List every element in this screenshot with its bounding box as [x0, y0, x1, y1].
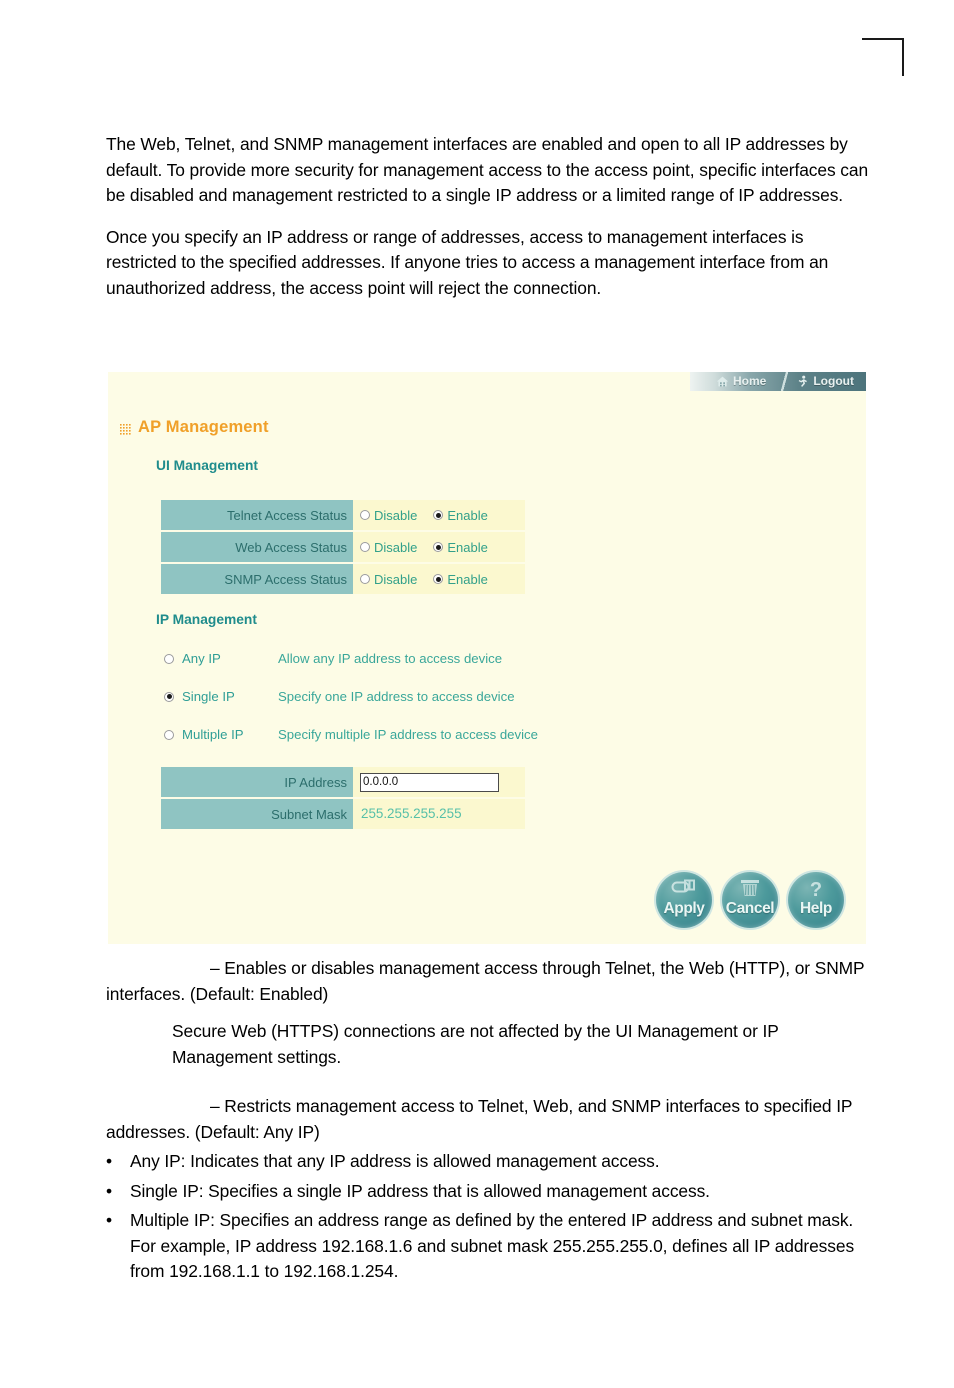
help-button[interactable]: ? Help — [788, 872, 844, 928]
telnet-disable-label: Disable — [374, 507, 418, 523]
ip-management-description: – Restricts management access to Telnet,… — [106, 1096, 853, 1142]
nav-home-link[interactable]: Home — [710, 372, 778, 391]
svg-text:?: ? — [810, 879, 822, 899]
snmp-access-status-label: SNMP Access Status — [161, 564, 353, 594]
ip-option-single-ip[interactable]: Single IP Specify one IP address to acce… — [164, 687, 684, 706]
running-person-icon — [796, 375, 809, 388]
crop-mark-horizontal — [862, 38, 904, 40]
intro-text-block: The Web, Telnet, and SNMP management int… — [106, 132, 868, 317]
bullet-text: Single IP: Specifies a single IP address… — [130, 1180, 710, 1201]
bullet-text: Any IP: Indicates that any IP address is… — [130, 1151, 660, 1171]
table-row: Telnet Access Status Disable Enable — [161, 500, 525, 530]
ip-address-value-cell — [353, 767, 525, 797]
radio-button[interactable] — [360, 574, 370, 584]
page-title-text: AP Management — [138, 418, 269, 436]
web-enable-option[interactable]: Enable — [433, 539, 488, 555]
ip-option-any-ip-description: Allow any IP address to access device — [278, 651, 503, 666]
radio-button[interactable] — [360, 510, 370, 520]
trash-can-icon — [722, 879, 778, 897]
ip-option-single-ip-description: Specify one IP address to access device — [278, 689, 515, 704]
ip-option-any-ip[interactable]: Any IP Allow any IP address to access de… — [164, 649, 684, 668]
list-item: • Single IP: Specifies a single IP addre… — [106, 1179, 878, 1205]
save-disk-icon — [656, 879, 712, 897]
radio-button-selected[interactable] — [433, 542, 444, 552]
table-row: Web Access Status Disable Enable — [161, 532, 525, 562]
telnet-enable-label: Enable — [447, 507, 488, 523]
nav-divider — [778, 372, 791, 391]
house-icon — [716, 375, 729, 388]
cancel-button-label: Cancel — [725, 900, 775, 917]
question-mark-icon: ? — [788, 879, 844, 899]
cancel-button[interactable]: Cancel — [722, 872, 778, 928]
bullet-marker: • — [106, 1210, 112, 1230]
apply-button[interactable]: Apply — [656, 872, 712, 928]
https-note: Secure Web (HTTPS) connections are not a… — [172, 1021, 779, 1067]
telnet-access-status-value: Disable Enable — [353, 500, 525, 530]
bullet-marker: • — [106, 1180, 112, 1201]
radio-button-selected[interactable] — [164, 691, 174, 702]
top-navigation-bar: Home Logout — [690, 372, 866, 391]
snmp-enable-label: Enable — [447, 571, 488, 587]
crop-mark — [862, 38, 904, 76]
help-button-label: Help — [800, 900, 832, 917]
snmp-disable-label: Disable — [374, 571, 418, 587]
table-row: Subnet Mask 255.255.255.255 — [161, 799, 525, 829]
bullet-marker: • — [106, 1151, 112, 1171]
telnet-access-status-label: Telnet Access Status — [161, 500, 353, 530]
web-access-status-value: Disable Enable — [353, 532, 525, 562]
ip-option-single-ip-label: Single IP — [182, 689, 235, 704]
ip-option-multiple-ip[interactable]: Multiple IP Specify multiple IP address … — [164, 725, 684, 744]
snmp-disable-option[interactable]: Disable — [360, 572, 417, 587]
post-figure-text-block: – Enables or disables management access … — [106, 956, 878, 1145]
nav-logout-label: Logout — [813, 374, 854, 388]
radio-button-selected[interactable] — [433, 574, 444, 584]
ap-management-screenshot: Home Logout AP Management UI Management … — [108, 372, 866, 944]
ip-address-label: IP Address — [161, 767, 353, 797]
nav-home-label: Home — [733, 374, 767, 388]
intro-paragraph-1: The Web, Telnet, and SNMP management int… — [106, 134, 869, 205]
ip-option-multiple-ip-label: Multiple IP — [182, 727, 244, 742]
radio-button-selected[interactable] — [433, 510, 444, 520]
grid-dots-icon — [120, 422, 131, 435]
snmp-access-status-value: Disable Enable — [353, 564, 525, 594]
radio-button[interactable] — [164, 729, 174, 740]
ui-management-heading: UI Management — [156, 458, 258, 473]
telnet-disable-option[interactable]: Disable — [360, 508, 417, 523]
web-enable-label: Enable — [447, 539, 488, 555]
ip-option-bullet-list: • Any IP: Indicates that any IP address … — [106, 1149, 878, 1289]
ip-address-input[interactable] — [360, 772, 499, 792]
ui-management-table: Telnet Access Status Disable Enable Web … — [161, 498, 525, 596]
ui-management-description: – Enables or disables management access … — [106, 958, 865, 1004]
table-row: SNMP Access Status Disable Enable — [161, 564, 525, 594]
web-disable-label: Disable — [374, 539, 418, 555]
snmp-enable-option[interactable]: Enable — [433, 571, 488, 587]
telnet-enable-option[interactable]: Enable — [433, 507, 488, 523]
web-access-status-label: Web Access Status — [161, 532, 353, 562]
crop-mark-vertical — [902, 38, 904, 76]
subnet-mask-value: 255.255.255.255 — [361, 806, 462, 821]
bullet-text: Multiple IP: Specifies an address range … — [130, 1210, 855, 1281]
action-button-bar: Apply Cancel ? Help — [656, 872, 844, 928]
intro-paragraph-2: Once you specify an IP address or range … — [106, 226, 829, 298]
radio-button[interactable] — [360, 542, 370, 552]
table-row: IP Address — [161, 767, 525, 797]
list-item: • Multiple IP: Specifies an address rang… — [106, 1208, 878, 1285]
ip-management-options: Any IP Allow any IP address to access de… — [164, 649, 684, 763]
nav-logout-link[interactable]: Logout — [790, 372, 866, 391]
list-item: • Any IP: Indicates that any IP address … — [106, 1149, 878, 1175]
web-disable-option[interactable]: Disable — [360, 540, 417, 555]
ip-option-any-ip-label: Any IP — [182, 651, 221, 666]
apply-button-label: Apply — [663, 900, 705, 917]
ip-option-multiple-ip-description: Specify multiple IP address to access de… — [278, 727, 538, 742]
ip-address-table: IP Address Subnet Mask 255.255.255.255 — [161, 765, 525, 831]
ip-management-heading: IP Management — [156, 612, 257, 627]
subnet-mask-label: Subnet Mask — [161, 799, 353, 829]
radio-button[interactable] — [164, 653, 174, 664]
page-title: AP Management — [120, 418, 269, 437]
subnet-mask-value-cell: 255.255.255.255 — [353, 799, 525, 829]
